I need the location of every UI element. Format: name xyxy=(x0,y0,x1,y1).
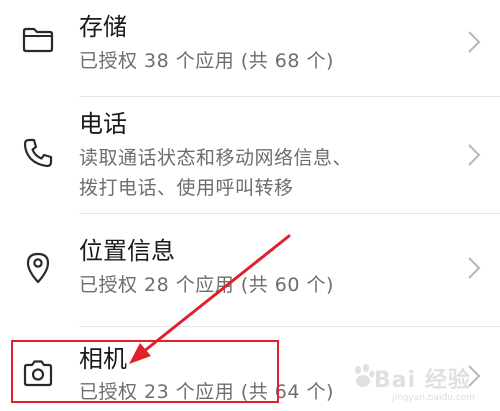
chevron-right-icon xyxy=(466,29,482,55)
camera-icon xyxy=(20,355,56,391)
permission-subtitle: 已授权 28 个应用 (共 60 个) xyxy=(79,274,334,296)
permission-title: 相机 xyxy=(79,345,127,373)
chevron-right-icon xyxy=(466,363,482,389)
permission-title: 存储 xyxy=(79,13,127,41)
permission-subtitle: 读取通话状态和移动网络信息、拨打电话、使用呼叫转移 xyxy=(79,147,353,199)
permission-list: 存储 已授权 38 个应用 (共 68 个) 电话 读取通话状态和移动网络信息、… xyxy=(0,0,500,411)
permission-item-location[interactable]: 位置信息 已授权 28 个应用 (共 60 个) xyxy=(0,214,500,326)
permission-title: 位置信息 xyxy=(79,237,175,265)
permission-item-camera[interactable]: 相机 已授权 23 个应用 (共 64 个) xyxy=(0,327,500,411)
permission-item-storage[interactable]: 存储 已授权 38 个应用 (共 68 个) xyxy=(0,0,500,96)
permission-subtitle: 已授权 23 个应用 (共 64 个) xyxy=(79,381,334,403)
chevron-right-icon xyxy=(466,255,482,281)
folder-icon xyxy=(20,22,56,58)
chevron-right-icon xyxy=(466,142,482,168)
permission-title: 电话 xyxy=(79,110,127,138)
location-pin-icon xyxy=(20,249,56,285)
permission-item-phone[interactable]: 电话 读取通话状态和移动网络信息、拨打电话、使用呼叫转移 xyxy=(0,97,500,213)
phone-icon xyxy=(20,135,56,171)
permission-subtitle: 已授权 38 个应用 (共 68 个) xyxy=(79,50,334,72)
